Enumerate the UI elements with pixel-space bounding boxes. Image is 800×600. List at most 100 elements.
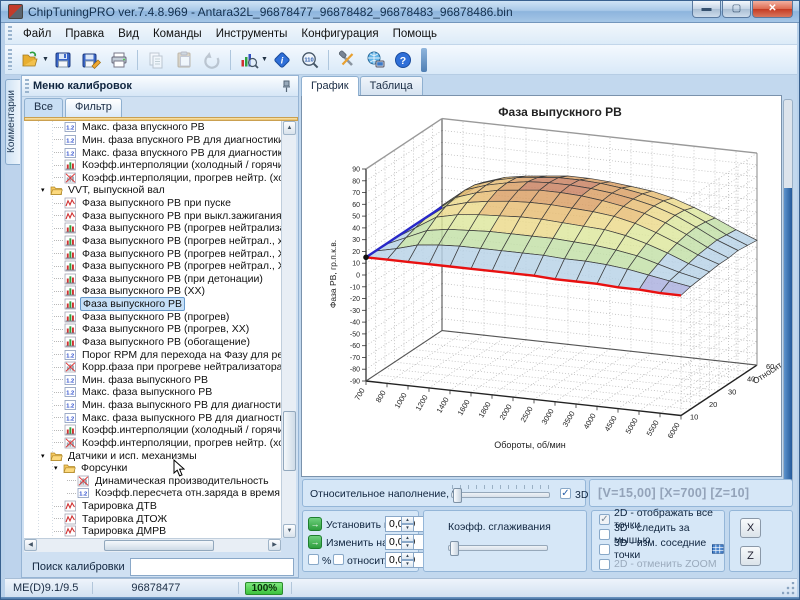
tree-item[interactable]: Корр.фаза при прогреве нейтрализатора <box>24 361 281 374</box>
fill-slider[interactable] <box>451 492 550 498</box>
tree-vertical-scrollbar[interactable]: ▲ ▼ <box>281 121 296 538</box>
open-file-icon[interactable] <box>17 48 43 72</box>
tree-item[interactable]: 1.2Макс. фаза выпускного РВ <box>24 386 281 399</box>
comments-side-tab[interactable]: Комментарии <box>5 79 20 165</box>
tree-item[interactable]: 1.2Мин. фаза выпускного РВ <box>24 374 281 387</box>
chart-vslider-fill[interactable] <box>784 188 792 505</box>
copy-icon[interactable] <box>143 48 169 72</box>
set-value-spinner[interactable]: ▲▼ <box>401 516 414 532</box>
menu-item[interactable]: Правка <box>58 26 111 42</box>
scroll-up-icon[interactable]: ▲ <box>283 121 296 135</box>
network-icon[interactable] <box>362 48 388 72</box>
scroll-down-icon[interactable]: ▼ <box>283 524 296 538</box>
z-axis-button[interactable]: Z <box>740 546 761 566</box>
relative-checkbox[interactable]: ✓ <box>333 554 344 565</box>
tree-folder[interactable]: ▾Форсунки <box>24 462 281 475</box>
tree-item[interactable]: Фаза выпускного РВ (прогрев нейтрал., ХХ… <box>24 260 281 273</box>
scroll-left-icon[interactable]: ◀ <box>24 539 37 551</box>
resize-grip[interactable] <box>782 582 795 595</box>
pin-icon[interactable] <box>281 80 292 93</box>
tree-item[interactable]: 1.2Макс. фаза впускного РВ для диагности… <box>24 146 281 159</box>
chart-area[interactable]: -90-80-70-60-50-40-30-20-100102030405060… <box>301 95 782 477</box>
tree-item[interactable]: Фаза выпускного РВ (прогрев, ХХ) <box>24 323 281 336</box>
tree-item[interactable]: Динамическая производительность <box>24 475 281 488</box>
close-button[interactable]: ✕ <box>752 1 793 18</box>
x-axis-button[interactable]: X <box>740 518 761 538</box>
expander-icon[interactable]: ▾ <box>54 464 63 472</box>
scroll-right-icon[interactable]: ▶ <box>268 539 281 551</box>
chart-vertical-slider[interactable] <box>783 99 793 504</box>
menu-item[interactable]: Конфигурация <box>294 26 385 42</box>
tree-item[interactable]: 1.2Мин. фаза впускного РВ для диагностик… <box>24 134 281 147</box>
undo-icon[interactable] <box>199 48 225 72</box>
dropdown-arrow-icon[interactable]: ▼ <box>261 56 268 63</box>
tree-item[interactable]: Коэфф.интерполяции, прогрев нейтр. (холо… <box>24 437 281 450</box>
dropdown-arrow-icon[interactable]: ▼ <box>42 56 49 63</box>
search-input[interactable] <box>130 558 294 576</box>
tree-folder[interactable]: ▾Датчики и исп. механизмы <box>24 449 281 462</box>
surface-plot[interactable]: -90-80-70-60-50-40-30-20-100102030405060… <box>302 96 782 477</box>
tree-item[interactable]: Коэфф.интерполяции, прогрев нейтр. (холо… <box>24 172 281 185</box>
percent-checkbox[interactable]: ✓ <box>308 554 319 565</box>
tree-item[interactable]: Коэфф.интерполяции (холодный / горячий ) <box>24 424 281 437</box>
tree-item[interactable]: Фаза выпускного РВ (прогрев нейтрал., ХХ… <box>24 247 281 260</box>
tree-item[interactable]: Фаза выпускного РВ при выкл.зажигания <box>24 209 281 222</box>
expander-icon[interactable]: ▾ <box>41 186 50 194</box>
paste-icon[interactable] <box>171 48 197 72</box>
tab-График[interactable]: График <box>301 76 359 96</box>
chart-zoom-icon[interactable] <box>236 48 262 72</box>
tree-item[interactable]: Тарировка ДТВ <box>24 500 281 513</box>
fill-slider-thumb[interactable] <box>453 488 462 503</box>
menu-item[interactable]: Команды <box>146 26 209 42</box>
smoothing-slider-thumb[interactable] <box>450 541 459 556</box>
tree-folder[interactable]: ▾VVT, выпускной вал <box>24 184 281 197</box>
apply-set-icon[interactable]: → <box>308 517 322 531</box>
tree-hscroll-thumb[interactable] <box>104 540 214 551</box>
tree-vscroll-thumb[interactable] <box>283 411 296 471</box>
tree-item[interactable]: Фаза выпускного РВ при пуске <box>24 197 281 210</box>
tree-item[interactable]: Тарировка ДМРВ <box>24 525 281 538</box>
tree-item[interactable]: Фаза выпускного РВ (прогрев) <box>24 310 281 323</box>
tree-item[interactable]: 1.2Макс. фаза выпускного РВ для диагност… <box>24 411 281 424</box>
menu-item[interactable]: Вид <box>111 26 146 42</box>
3d-checkbox[interactable]: ✓ <box>560 488 571 499</box>
option-checkbox[interactable]: ✓ <box>599 559 610 570</box>
zoom-110-icon[interactable]: 110 <box>297 48 323 72</box>
tree-item[interactable]: 1.2Мин. фаза выпускного РВ для диагности… <box>24 399 281 412</box>
option-checkbox[interactable]: ✓ <box>599 514 610 525</box>
tree-item[interactable]: Фаза выпускного РВ (обогащение) <box>24 336 281 349</box>
save-as-icon[interactable] <box>78 48 104 72</box>
tab-Фильтр[interactable]: Фильтр <box>65 98 122 117</box>
tree-horizontal-scrollbar[interactable]: ◀ ▶ <box>24 538 281 552</box>
grid-icon[interactable] <box>712 543 724 555</box>
tree-item[interactable]: Тарировка ДТОЖ <box>24 512 281 525</box>
print-icon[interactable] <box>106 48 132 72</box>
tree-item[interactable]: Фаза выпускного РВ (ХХ) <box>24 285 281 298</box>
tree-item[interactable]: 1.2Макс. фаза впускного РВ <box>24 121 281 134</box>
maximize-button[interactable]: ▢ <box>722 1 751 18</box>
option-checkbox[interactable]: ✓ <box>599 529 610 540</box>
smoothing-slider[interactable] <box>448 545 548 551</box>
tree-item[interactable]: Фаза выпускного РВ (прогрев нейтрализато… <box>24 222 281 235</box>
change-value-spinner[interactable]: ▲▼ <box>401 534 414 550</box>
help-icon[interactable]: ? <box>390 48 416 72</box>
info-icon[interactable]: i <box>269 48 295 72</box>
menu-item[interactable]: Помощь <box>386 26 444 42</box>
tree-item[interactable]: Фаза выпускного РВ (прогрев нейтрал., хо… <box>24 235 281 248</box>
tools-icon[interactable] <box>334 48 360 72</box>
apply-change-icon[interactable]: → <box>308 535 322 549</box>
tree-item[interactable]: 1.2Коэфф.пересчета отн.заряда в время вп… <box>24 487 281 500</box>
menu-item[interactable]: Файл <box>16 26 58 42</box>
tab-Все[interactable]: Все <box>24 98 63 117</box>
tree-item[interactable]: Коэфф.интерполяции (холодный / горячий ) <box>24 159 281 172</box>
save-icon[interactable] <box>50 48 76 72</box>
expander-icon[interactable]: ▾ <box>41 452 50 460</box>
option-checkbox[interactable]: ✓ <box>599 544 610 555</box>
menu-item[interactable]: Инструменты <box>209 26 295 42</box>
relative-value-spinner[interactable]: ▲▼ <box>401 552 414 568</box>
tree-item[interactable]: Фаза выпускного РВ <box>24 298 281 311</box>
tree-item[interactable]: Фаза выпускного РВ (при детонации) <box>24 273 281 286</box>
tree-item[interactable]: 1.2Порог RPM для перехода на Фазу для ре… <box>24 348 281 361</box>
tab-Таблица[interactable]: Таблица <box>360 76 423 96</box>
minimize-button[interactable]: ▬ <box>692 1 721 18</box>
